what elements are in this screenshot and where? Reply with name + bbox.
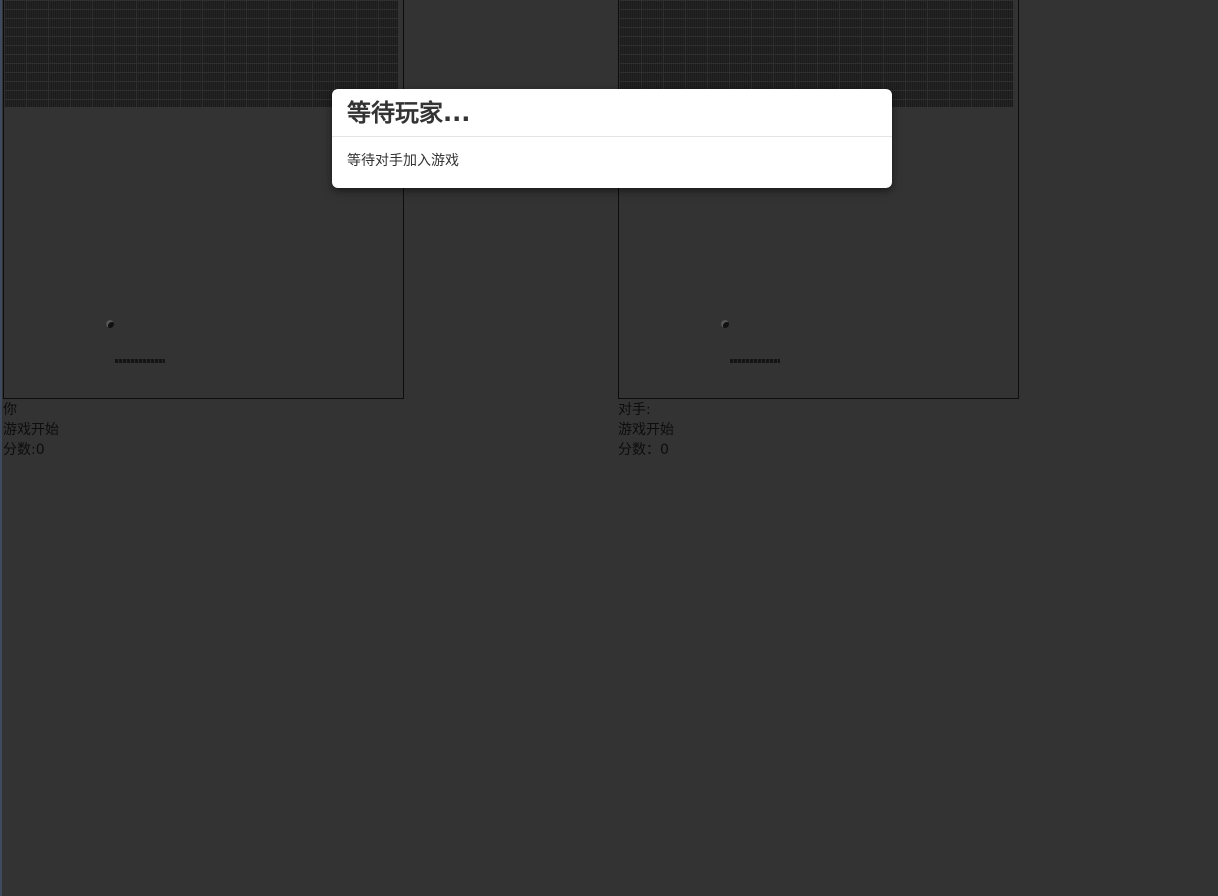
opponent-score: 分数：0 <box>618 442 669 458</box>
window-left-edge <box>0 0 2 896</box>
opponent-label: 对手: <box>618 402 651 418</box>
opponent-paddle <box>730 359 780 363</box>
player-paddle[interactable] <box>115 359 165 363</box>
player-game-board[interactable] <box>3 0 404 399</box>
modal-title: 等待玩家... <box>347 99 471 127</box>
opponent-game-status: 游戏开始 <box>618 422 674 438</box>
waiting-modal: 等待玩家... 等待对手加入游戏 <box>332 89 892 188</box>
opponent-ball <box>721 320 729 328</box>
opponent-status-panel: 对手: 游戏开始 分数：0 <box>618 400 674 460</box>
player-score: 分数:0 <box>3 442 45 458</box>
opponent-game-board <box>618 0 1019 399</box>
modal-header: 等待玩家... <box>332 89 892 137</box>
modal-message: 等待对手加入游戏 <box>347 153 459 169</box>
player-status-panel: 你 游戏开始 分数:0 <box>3 400 59 460</box>
player-label: 你 <box>3 402 17 418</box>
player-game-status: 游戏开始 <box>3 422 59 438</box>
player-ball <box>106 320 114 328</box>
